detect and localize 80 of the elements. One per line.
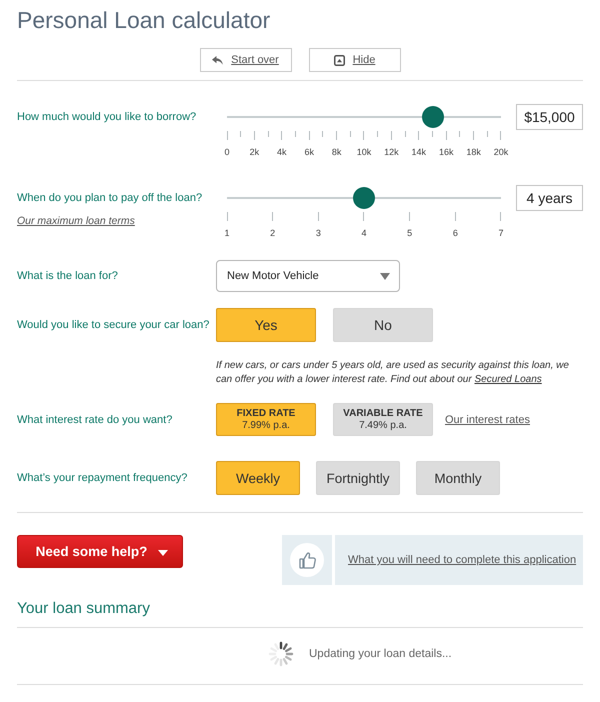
tick-mark [363,131,364,140]
scale-label: 4 [361,228,366,239]
scale-label: 3 [316,228,321,239]
tick-mark [459,131,460,137]
rate-option-button[interactable]: FIXED RATE 7.99% p.a. [216,403,316,436]
tick-mark [454,212,456,221]
scale-label: 20k [494,147,508,158]
question-label: How much would you like to borrow? [17,110,198,124]
tick-mark [500,212,502,221]
tick-mark [486,131,488,137]
tick-mark [272,212,274,221]
hide-button[interactable]: Hide [308,48,400,72]
slider-thumb[interactable] [353,187,375,209]
question-label: When do you plan to pay off the loan? [17,191,204,205]
loan-terms-link[interactable]: Our maximum loan terms [17,214,135,228]
caret-down-icon [380,272,390,280]
tick-mark [363,212,364,221]
value-field[interactable]: $15,000 [516,104,583,130]
tick-mark [404,131,406,137]
tick-mark [240,131,242,137]
tick-mark [322,131,324,137]
question-label: What’s your repayment frequency? [17,471,188,485]
scale-label: 0 [224,147,230,158]
option-button[interactable]: Fortnightly [316,461,400,495]
tick-mark [226,212,228,221]
page-title: Personal Loan calculator [17,6,270,35]
tick-mark [336,131,338,140]
scale-label: 16k [438,147,454,158]
scale-label: 12k [384,147,399,158]
tick-mark [294,131,296,137]
scale-label: 2 [270,228,276,239]
rate-option-button[interactable]: VARIABLE RATE 7.49% p.a. [333,403,433,436]
scale-label: 2k [250,147,260,158]
tick-mark [390,131,392,140]
option-button[interactable]: Monthly [416,461,500,495]
scale-label: 1 [224,228,230,239]
checklist-link[interactable]: What you will need to complete this application [348,554,576,566]
tick-mark [446,131,447,140]
tick-mark [409,212,410,221]
tick-mark [418,131,420,140]
scale-label: 8k [332,147,342,158]
tick-mark [308,131,310,140]
tick-mark [500,131,502,140]
interest-rates-link[interactable]: Our interest rates [445,414,530,426]
option-button[interactable]: Yes [216,308,316,342]
section-heading: Your loan summary [17,599,150,619]
scale-label: 18k [466,147,481,158]
tick-mark [318,212,319,221]
option-button[interactable]: Weekly [216,461,300,495]
tick-mark [226,131,228,140]
tick-mark [377,131,378,137]
tick-mark [350,131,351,137]
status-text: Updating your loan details... [309,648,452,660]
secured-loans-link[interactable]: Secured Loans [474,374,542,385]
scale-label: 5 [407,228,412,239]
scale-label: 7 [498,228,504,239]
help-button[interactable]: Need some help? [17,535,183,568]
option-button[interactable]: No [333,308,433,342]
value-field[interactable]: 4 years [516,185,583,211]
start-over-button[interactable]: Start over [200,48,292,72]
tick-mark [254,131,255,140]
select-field[interactable]: New Motor Vehicle [216,260,400,292]
tick-mark [268,131,269,137]
security-note: If new cars, or cars under 5 years old, are used as security against this loan, we can offer you with a lower interest rate. Find out about our Secured Loans [216,359,570,387]
scale-label: 6k [304,147,314,158]
question-label: What is the loan for? [17,269,119,283]
scale-label: 4k [277,147,287,158]
caret-up-square-icon [334,54,345,66]
question-label: What interest rate do you want? [17,412,174,426]
tick-mark [281,131,282,140]
question-label: Would you like to secure your car loan? [17,318,210,332]
scale-label: 6 [452,228,458,239]
reply-arrow-icon [212,56,224,64]
caret-down-icon [158,550,168,556]
scale-label: 14k [412,147,426,158]
tick-mark [473,131,474,140]
tick-mark [432,131,433,137]
thumbs-up-icon [290,543,324,577]
slider-thumb[interactable] [422,106,444,128]
scale-label: 10k [356,147,372,158]
